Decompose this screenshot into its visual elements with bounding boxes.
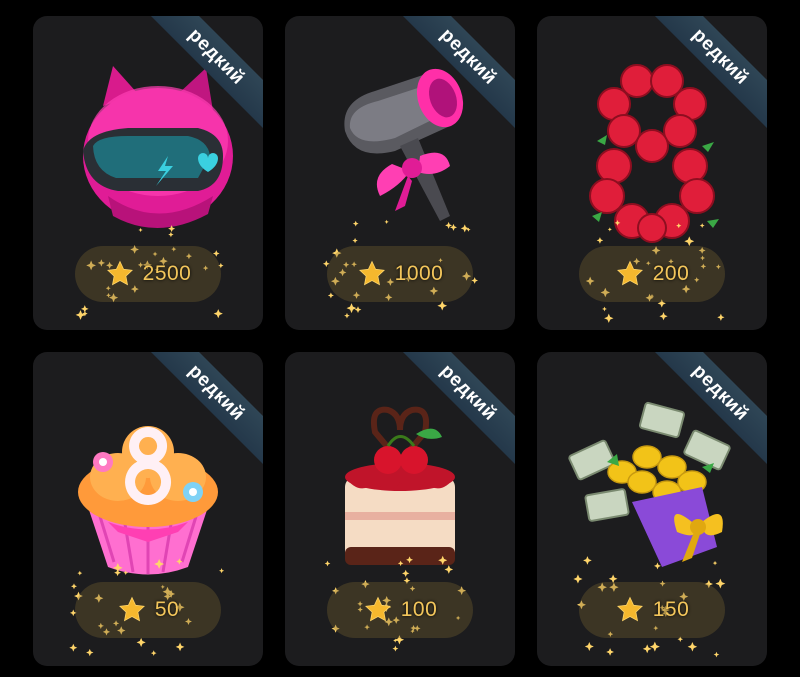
star-icon (106, 260, 133, 286)
sparkle (717, 313, 725, 321)
sparkle (659, 312, 668, 321)
gift-grid: редкий 2500 редкий 1000 редкий 200 редки… (0, 0, 800, 677)
gift-card-cherry-cake[interactable]: редкий 100 (285, 352, 515, 666)
price-pill[interactable]: 50 (75, 582, 221, 638)
cherry-cake-icon (345, 406, 455, 565)
price-pill[interactable]: 100 (327, 582, 473, 638)
sparkle (642, 644, 652, 654)
hair-dryer-bow-icon (344, 68, 464, 221)
star-icon (364, 596, 391, 622)
sparkle (602, 306, 607, 312)
star-icon (616, 596, 643, 622)
sparkle (392, 645, 399, 652)
sparkle (604, 313, 614, 323)
sparkle (69, 643, 78, 652)
money-lemon-bouquet-icon (568, 401, 731, 567)
cupcake-eight-icon (78, 426, 218, 575)
sparkle (346, 303, 357, 314)
star-icon (358, 260, 385, 286)
sparkle (606, 648, 614, 656)
gift-card-hair-dryer[interactable]: редкий 1000 (285, 16, 515, 330)
sparkle (175, 642, 185, 652)
sparkle (393, 638, 398, 643)
price-pill[interactable]: 1000 (327, 246, 473, 302)
price-pill[interactable]: 2500 (75, 246, 221, 302)
sparkle (687, 641, 698, 652)
sparkle (213, 309, 223, 319)
price-value: 200 (652, 262, 690, 285)
sparkle (150, 650, 157, 656)
sparkle (437, 300, 448, 311)
star-icon (118, 596, 145, 622)
sparkle (75, 310, 86, 320)
gift-card-money-bouquet[interactable]: редкий 150 (537, 352, 767, 666)
sparkle (344, 312, 350, 319)
gift-card-cupcake[interactable]: редкий 50 (33, 352, 263, 666)
sparkle (71, 583, 77, 590)
price-value: 1000 (394, 262, 444, 285)
sparkle (136, 637, 146, 647)
gift-card-roses-eight[interactable]: редкий 200 (537, 16, 767, 330)
sparkle (649, 641, 660, 652)
price-value: 50 (154, 598, 180, 621)
sparkle (86, 648, 94, 657)
sparkle (584, 642, 594, 651)
sparkle (327, 292, 334, 299)
star-icon (616, 260, 643, 286)
sparkle (354, 306, 362, 313)
price-value: 100 (400, 598, 438, 621)
gift-card-helmet[interactable]: редкий 2500 (33, 16, 263, 330)
roses-number-eight-icon (589, 64, 719, 243)
pink-cat-helmet-icon (83, 66, 233, 229)
price-value: 150 (652, 598, 690, 621)
price-value: 2500 (142, 262, 192, 285)
price-pill[interactable]: 150 (579, 582, 725, 638)
sparkle (81, 305, 89, 313)
price-pill[interactable]: 200 (579, 246, 725, 302)
sparkle (713, 651, 720, 658)
sparkle (82, 310, 88, 317)
